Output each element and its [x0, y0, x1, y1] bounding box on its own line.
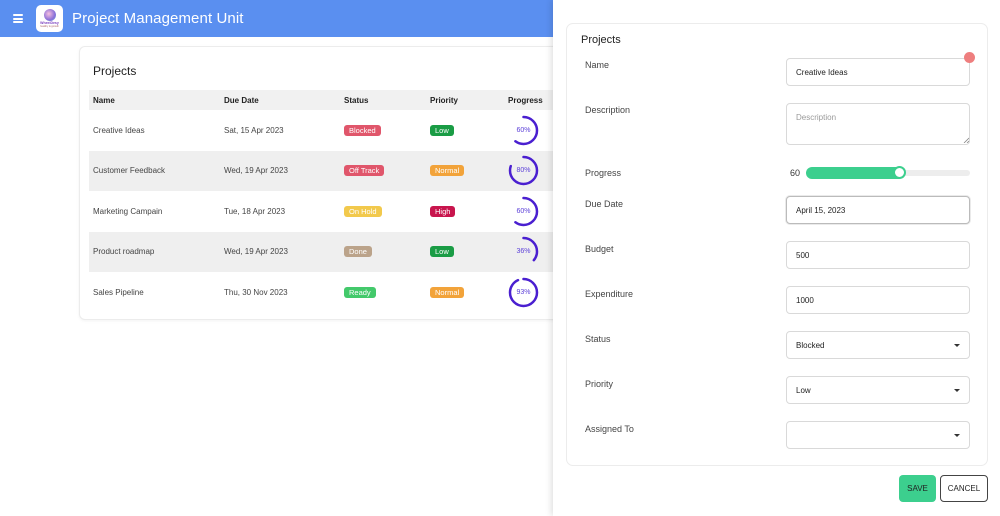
cell-name: Sales Pipeline [93, 287, 144, 297]
cell-name: Creative Ideas [93, 125, 145, 135]
expenditure-label: Expenditure [585, 289, 634, 299]
column-header-priority[interactable]: Priority [426, 90, 504, 110]
cell-name: Product roadmap [89, 231, 220, 272]
cell-priority: Low [426, 110, 504, 151]
name-label: Name [585, 60, 610, 70]
priority-label: Priority [585, 379, 614, 389]
status-badge: Off Track [344, 165, 385, 177]
app-logo: WheelDesy healthy & growth [36, 5, 63, 32]
projects-card: Projects Name Due Date Status Priority P… [79, 46, 580, 320]
progress-ring: 93% [508, 277, 539, 308]
table-row[interactable]: Creative Ideas Sat, 15 Apr 2023 Blocked Low… [89, 110, 580, 151]
status-select-value: Blocked [796, 340, 825, 350]
priority-select[interactable]: Low [786, 376, 970, 404]
progress-ring: 80% [508, 155, 539, 186]
progress-ring-label: 36% [516, 248, 531, 256]
cell-priority: Normal [426, 150, 504, 191]
progress-ring-label: 80% [516, 167, 531, 175]
priority-badge: Low [430, 124, 454, 136]
status-label: Status [585, 334, 611, 344]
table-row[interactable]: Marketing Campain Tue, 18 Apr 2023 On Hold… [89, 191, 580, 232]
cell-priority: High [426, 191, 504, 232]
cell-status: On Hold [340, 191, 426, 232]
cell-priority: Low [426, 231, 504, 272]
assigned-to-label: Assigned To [585, 424, 634, 434]
cell-due-date: Wed, 19 Apr 2023 [220, 150, 340, 191]
due-date-input[interactable]: April 15, 2023 [786, 196, 970, 224]
projects-card-title: Projects [93, 64, 137, 78]
cell-due-date: Wed, 19 Apr 2023 [220, 231, 340, 272]
progress-ring: 60% [508, 196, 539, 227]
progress-ring: 36% [508, 236, 539, 267]
cell-status: Ready [340, 272, 426, 313]
progress-ring: 60% [508, 115, 539, 146]
assigned-to-select[interactable] [786, 421, 970, 449]
cell-name: Customer Feedback [89, 150, 220, 191]
priority-badge: High [430, 205, 456, 217]
status-select[interactable]: Blocked [786, 331, 970, 359]
status-badge: Blocked [344, 124, 381, 136]
project-edit-panel: Projects Name Creative Ideas Description… [553, 0, 1000, 516]
app-title: Project Management Unit [72, 10, 244, 27]
name-input[interactable]: Creative Ideas [786, 58, 970, 86]
progress-value: 60 [790, 168, 801, 178]
priority-badge: Low [430, 246, 454, 258]
table-row[interactable]: Product roadmap Wed, 19 Apr 2023 Done Low 36… [89, 231, 580, 272]
progress-slider-fill [806, 167, 904, 179]
cancel-button[interactable]: CANCEL [940, 475, 988, 502]
progress-ring-label: 60% [516, 207, 531, 215]
cell-status: Off Track [340, 150, 426, 191]
progress-slider-thumb[interactable] [893, 166, 906, 179]
column-header-status[interactable]: Status [340, 90, 426, 110]
cell-name: Marketing Campain [93, 206, 163, 216]
table-row[interactable]: Customer Feedback Wed, 19 Apr 2023 Off Tra… [89, 150, 580, 191]
progress-ring-label: 60% [516, 126, 531, 134]
column-header-name[interactable]: Name [89, 90, 220, 110]
progress-label: Progress [585, 168, 622, 178]
table-header-row: Name Due Date Status Priority Progress [89, 90, 580, 110]
logo-subtext: healthy & growth [40, 24, 59, 28]
resize-grip-icon[interactable] [963, 137, 969, 143]
table-row[interactable]: Sales Pipeline Thu, 30 Nov 2023 Ready Norma… [89, 272, 580, 313]
cell-due-date: Sat, 15 Apr 2023 [224, 125, 284, 135]
cell-status: Blocked [340, 110, 426, 151]
description-label: Description [585, 105, 631, 115]
description-textarea[interactable]: Description [786, 103, 970, 145]
chevron-down-icon [954, 344, 960, 347]
budget-input[interactable]: 500 [786, 241, 970, 269]
required-indicator-icon [964, 52, 975, 63]
column-header-due-date[interactable]: Due Date [220, 90, 340, 110]
due-date-label: Due Date [585, 199, 624, 209]
app-header: WheelDesy healthy & growth Project Manag… [0, 0, 553, 37]
chevron-down-icon [954, 389, 960, 392]
priority-badge: Normal [430, 286, 465, 298]
logo-mark-icon [43, 9, 56, 21]
progress-ring-label: 93% [516, 288, 531, 296]
form-title: Projects [581, 34, 621, 46]
budget-label: Budget [585, 244, 614, 254]
cell-due-date: Thu, 30 Nov 2023 [224, 287, 288, 297]
cell-priority: Normal [426, 272, 504, 313]
status-badge: Ready [344, 286, 376, 298]
project-form-card: Projects Name Creative Ideas Description… [566, 23, 988, 466]
status-badge: Done [344, 246, 372, 258]
hamburger-menu-icon[interactable] [13, 14, 23, 23]
expenditure-input[interactable]: 1000 [786, 286, 970, 314]
status-badge: On Hold [344, 205, 382, 217]
priority-select-value: Low [796, 385, 811, 395]
save-button[interactable]: SAVE [899, 475, 936, 502]
cell-status: Done [340, 231, 426, 272]
projects-table: Name Due Date Status Priority Progress C… [89, 90, 580, 313]
cell-due-date: Tue, 18 Apr 2023 [224, 206, 286, 216]
priority-badge: Normal [430, 165, 465, 177]
chevron-down-icon [954, 434, 960, 437]
progress-slider[interactable] [806, 166, 970, 179]
